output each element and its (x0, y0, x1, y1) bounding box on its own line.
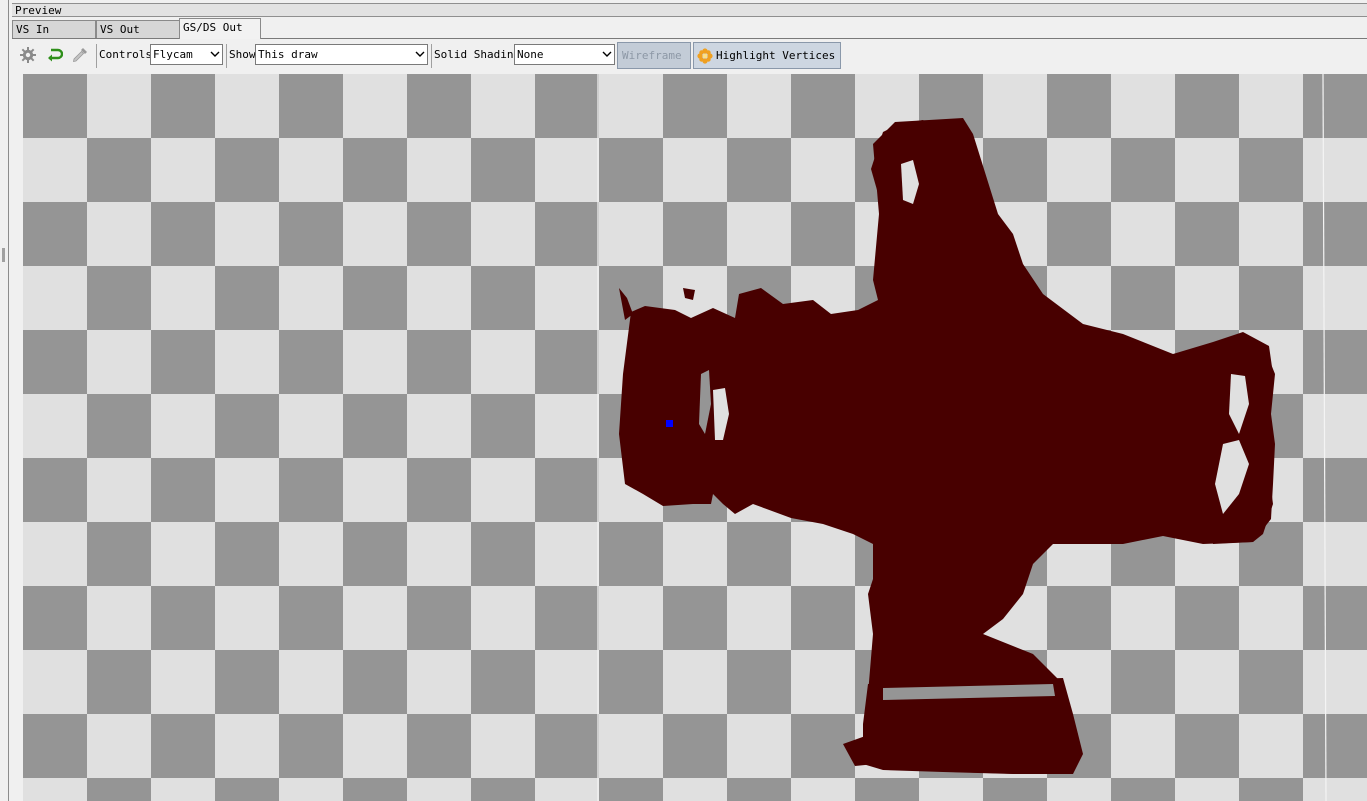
show-select[interactable]: This draw (255, 44, 428, 65)
toolbar-separator (431, 44, 432, 68)
show-label: Show (229, 48, 256, 61)
mesh-viewport[interactable] (23, 74, 1367, 801)
show-value: This draw (258, 48, 318, 61)
reset-arrow-icon[interactable] (45, 46, 63, 64)
solid-shading-select[interactable]: None (514, 44, 615, 65)
tab-label: GS/DS Out (183, 21, 243, 34)
tab-vs-in[interactable]: VS In (12, 20, 96, 38)
rendered-mesh (619, 118, 1275, 774)
chevron-down-icon (602, 51, 612, 57)
eyedropper-icon[interactable] (71, 46, 89, 64)
splitter-grip[interactable] (2, 248, 5, 262)
gear-icon[interactable] (19, 46, 37, 64)
preview-title-bar: Preview (12, 3, 1367, 17)
controls-label: Controls (99, 48, 152, 61)
highlight-vertices-label: Highlight Vertices (716, 49, 836, 62)
highlight-vertices-icon (697, 48, 713, 64)
controls-select[interactable]: Flycam (150, 44, 223, 65)
mesh-preview-window: Preview VS In VS Out GS/DS Out Controls … (0, 0, 1367, 801)
mesh-render (597, 74, 1327, 801)
toolbar-separator (226, 44, 227, 68)
selected-vertex-marker (666, 420, 673, 427)
controls-value: Flycam (153, 48, 193, 61)
solid-shading-value: None (517, 48, 544, 61)
chevron-down-icon (415, 51, 425, 57)
tab-gs-ds-out[interactable]: GS/DS Out (179, 18, 261, 39)
tab-vs-out[interactable]: VS Out (96, 20, 180, 38)
preview-title: Preview (15, 4, 62, 17)
window-left-edge (0, 0, 9, 801)
tab-label: VS In (16, 23, 50, 36)
wireframe-label: Wireframe (622, 49, 682, 62)
solid-shading-label: Solid Shading (434, 48, 521, 61)
wireframe-button[interactable]: Wireframe (617, 42, 691, 69)
viewport-bound-line (1322, 74, 1327, 801)
tab-label: VS Out (100, 23, 140, 36)
chevron-down-icon (210, 51, 220, 57)
stage-tabs: VS In VS Out GS/DS Out (12, 18, 1367, 39)
toolbar-separator (96, 44, 97, 68)
highlight-vertices-button[interactable]: Highlight Vertices (693, 42, 841, 69)
preview-toolbar: Controls Flycam Show This draw Solid Sha… (12, 41, 1367, 70)
